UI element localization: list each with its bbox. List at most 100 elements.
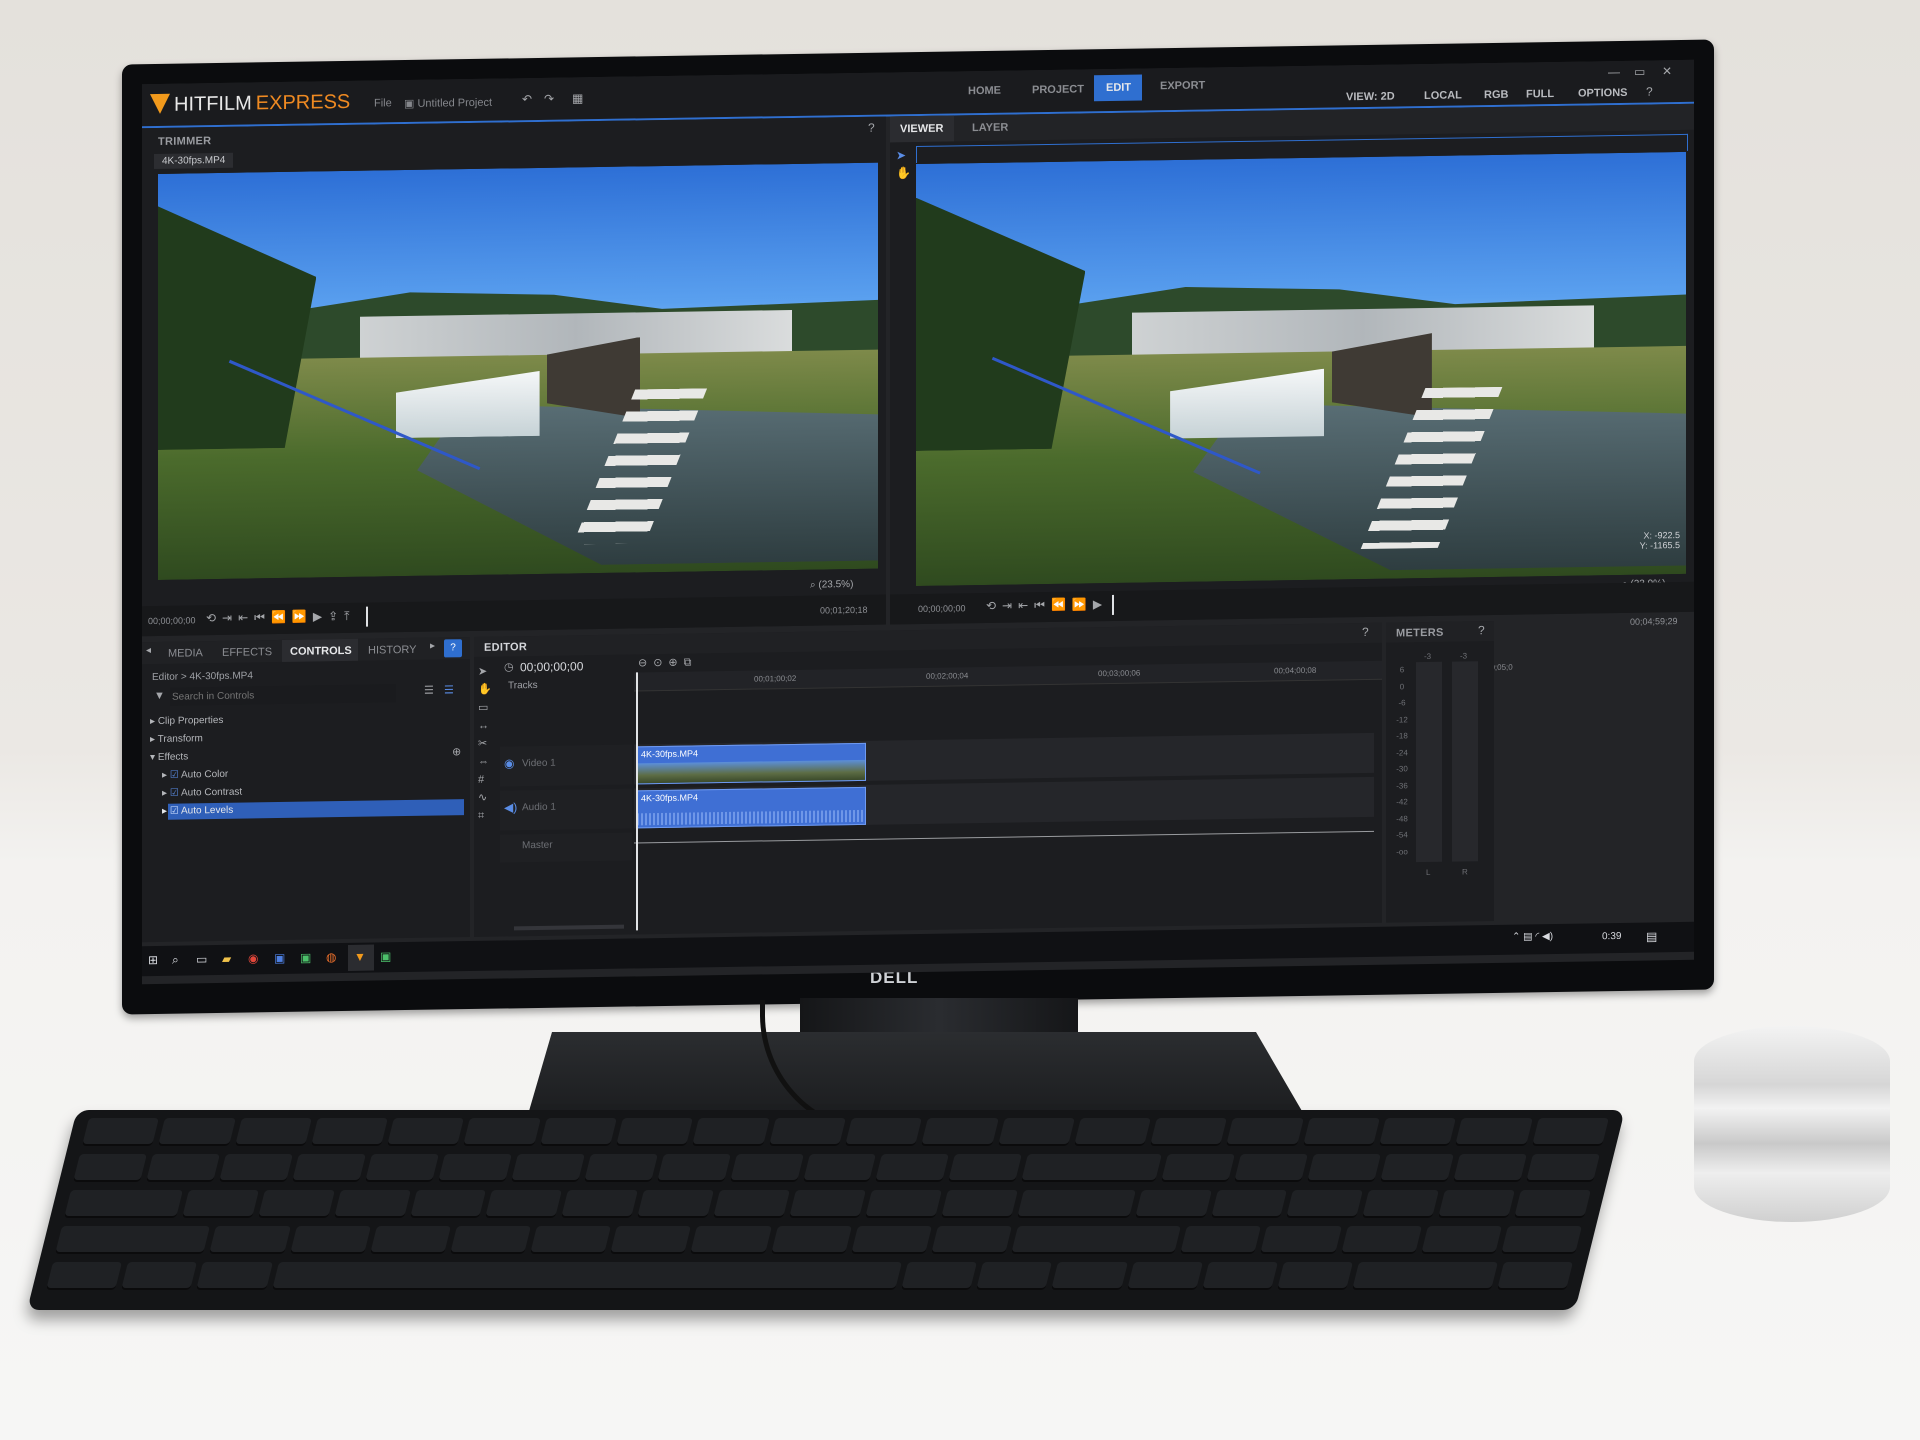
meter-scale: 6 0 -6 -12 -18 -24 -30 -36 -42 -48 -54 -… (1390, 662, 1414, 860)
tabs-left-icon[interactable]: ◂ (146, 645, 151, 656)
tree-item-effects[interactable]: ▾ Effects (150, 751, 188, 763)
trimmer-transport-buttons[interactable]: ⟲⇥⇤⏮⏪⏩▶⇪⤒ (206, 609, 355, 626)
notifications-icon[interactable]: ▤ (1646, 929, 1657, 943)
search-icon[interactable]: ⌕ (172, 953, 179, 968)
checkbox-checked-icon[interactable]: ☑ (170, 770, 181, 781)
detail-view-icon[interactable]: ☰ (444, 683, 454, 696)
select-tool-icon[interactable]: ➤ (896, 148, 906, 162)
meter-scale-label: -18 (1396, 731, 1408, 741)
viewer-transport-buttons[interactable]: ⟲⇥⇤⏮⏪⏩▶ (986, 597, 1108, 614)
speaker-icon[interactable]: ◀) (504, 800, 517, 814)
timeline-zoom-slider[interactable] (514, 924, 624, 931)
tree-item-auto-color[interactable]: ▸ ☑ Auto Color (162, 769, 228, 781)
trimmer-help-icon[interactable]: ? (868, 121, 875, 135)
trimmer-video-frame (158, 162, 878, 580)
expand-arrow-icon: ▸ (150, 715, 158, 728)
project-name[interactable]: ▣ Untitled Project (404, 96, 492, 110)
controls-panel: ◂ MEDIA EFFECTS CONTROLS HISTORY ▸ ? Edi… (142, 637, 470, 943)
tab-effects[interactable]: EFFECTS (222, 646, 272, 659)
view-mode-dropdown[interactable]: VIEW: 2D (1346, 91, 1395, 104)
tree-item-label: Auto Color (181, 768, 229, 781)
ripple-tool-icon[interactable]: ▭ (478, 699, 492, 717)
timeline-ruler[interactable]: 00;01;00;02 00;02;00;04 00;03;00;06 00;0… (634, 660, 1513, 692)
tab-history[interactable]: HISTORY (368, 644, 417, 657)
nav-tab-edit[interactable]: EDIT (1106, 82, 1131, 94)
track-tool-icon[interactable]: ⌗ (478, 807, 492, 825)
viewer-help-icon[interactable]: ? (1646, 84, 1653, 98)
slide-tool-icon[interactable]: # (478, 771, 492, 789)
tab-media[interactable]: MEDIA (168, 647, 203, 660)
tray-icons[interactable]: ⌃ ▤ ◜ ◀) (1512, 931, 1553, 943)
undo-icon[interactable]: ↶ (522, 92, 532, 106)
slip-tool-icon[interactable]: ⇔ (478, 753, 492, 771)
redo-icon[interactable]: ↷ (544, 92, 554, 106)
channel-dropdown[interactable]: RGB (1484, 89, 1508, 101)
filter-icon[interactable]: ▼ (154, 690, 165, 702)
video-clip[interactable]: 4K-30fps.MP4 (636, 742, 866, 785)
editor-zoom-controls[interactable]: ⊖⊙⊕⧉ (638, 655, 698, 670)
eye-icon[interactable]: ◉ (504, 756, 514, 770)
file-menu[interactable]: File (374, 97, 392, 109)
hitfilm-taskbar-icon[interactable]: ▼ (354, 950, 366, 964)
audio-waveform (637, 809, 865, 826)
viewer-tab[interactable]: VIEWER (900, 123, 943, 136)
space-dropdown[interactable]: LOCAL (1424, 89, 1462, 102)
video-clip-thumbnails (637, 759, 865, 784)
app-icon[interactable]: ▣ (300, 951, 311, 965)
checkbox-checked-icon[interactable]: ☑ (170, 806, 181, 817)
viewer-transport: 00;00;00;00 ⟲⇥⇤⏮⏪⏩▶ (890, 581, 1694, 625)
chrome-icon[interactable]: ◉ (248, 951, 258, 965)
list-view-icon[interactable]: ☰ (424, 684, 434, 697)
hand-tool-icon[interactable]: ✋ (478, 681, 492, 699)
options-dropdown[interactable]: OPTIONS (1578, 87, 1628, 100)
select-tool-icon[interactable]: ➤ (478, 663, 492, 681)
trimmer-clip-tab[interactable]: 4K-30fps.MP4 (154, 152, 234, 170)
meter-scale-label: -36 (1396, 780, 1408, 790)
trimmer-zoom[interactable]: ⌕ (23.5%) (810, 579, 853, 591)
close-icon[interactable]: ✕ (1662, 64, 1672, 78)
viewer-playhead[interactable] (1112, 594, 1114, 615)
nav-tab-export[interactable]: EXPORT (1160, 79, 1205, 92)
editor-timecode[interactable]: 00;00;00;00 (520, 659, 583, 674)
roll-tool-icon[interactable]: ↔ (478, 717, 492, 735)
speaker (1694, 1026, 1890, 1222)
file-explorer-icon[interactable]: ▰ (222, 952, 231, 966)
rate-tool-icon[interactable]: ∿ (478, 789, 492, 807)
master-level-line (634, 830, 1374, 844)
meter-scale-label: -48 (1396, 813, 1408, 823)
tree-item-auto-levels[interactable]: ▸ ☑ Auto Levels (162, 805, 233, 817)
word-icon[interactable]: ▣ (274, 951, 285, 965)
add-effect-icon[interactable]: ⊕ (452, 745, 461, 758)
layer-tab[interactable]: LAYER (972, 122, 1008, 135)
controls-help-icon[interactable]: ? (444, 639, 462, 658)
trimmer-playhead[interactable] (366, 606, 368, 627)
firefox-icon[interactable]: ◍ (326, 950, 336, 964)
hand-tool-icon[interactable]: ✋ (896, 166, 911, 180)
audio-clip[interactable]: 4K-30fps.MP4 (636, 786, 866, 829)
app-name-sub: EXPRESS (255, 90, 351, 115)
editor-help-icon[interactable]: ? (1362, 625, 1369, 639)
grid-icon[interactable]: ▦ (572, 91, 583, 105)
checkbox-checked-icon[interactable]: ☑ (170, 788, 181, 799)
app-icon-2[interactable]: ▣ (380, 949, 391, 963)
timeline-playhead[interactable] (636, 672, 638, 931)
nav-tab-project[interactable]: PROJECT (1032, 83, 1084, 96)
ruler-label: 00;02;00;04 (926, 671, 969, 681)
tree-item-clip-properties[interactable]: ▸ Clip Properties (150, 715, 223, 727)
tab-controls[interactable]: CONTROLS (290, 645, 352, 658)
task-view-icon[interactable]: ▭ (196, 952, 207, 966)
minimize-icon[interactable]: — (1608, 65, 1620, 79)
start-icon[interactable]: ⊞ (148, 953, 158, 967)
video-track-header[interactable]: ◉ Video 1 (500, 744, 632, 787)
audio-track-header[interactable]: ◀) Audio 1 (500, 788, 632, 831)
resolution-dropdown[interactable]: FULL (1526, 88, 1554, 100)
taskbar-clock[interactable]: 0:39 (1602, 931, 1621, 942)
nav-tab-home[interactable]: HOME (968, 85, 1001, 98)
controls-search-input[interactable] (170, 684, 396, 706)
meters-help-icon[interactable]: ? (1478, 623, 1485, 637)
maximize-icon[interactable]: ▭ (1634, 65, 1645, 79)
tree-item-auto-contrast[interactable]: ▸ ☑ Auto Contrast (162, 787, 242, 799)
tree-item-transform[interactable]: ▸ Transform (150, 733, 203, 745)
tabs-right-icon[interactable]: ▸ (430, 641, 435, 652)
razor-tool-icon[interactable]: ✂ (478, 735, 492, 753)
